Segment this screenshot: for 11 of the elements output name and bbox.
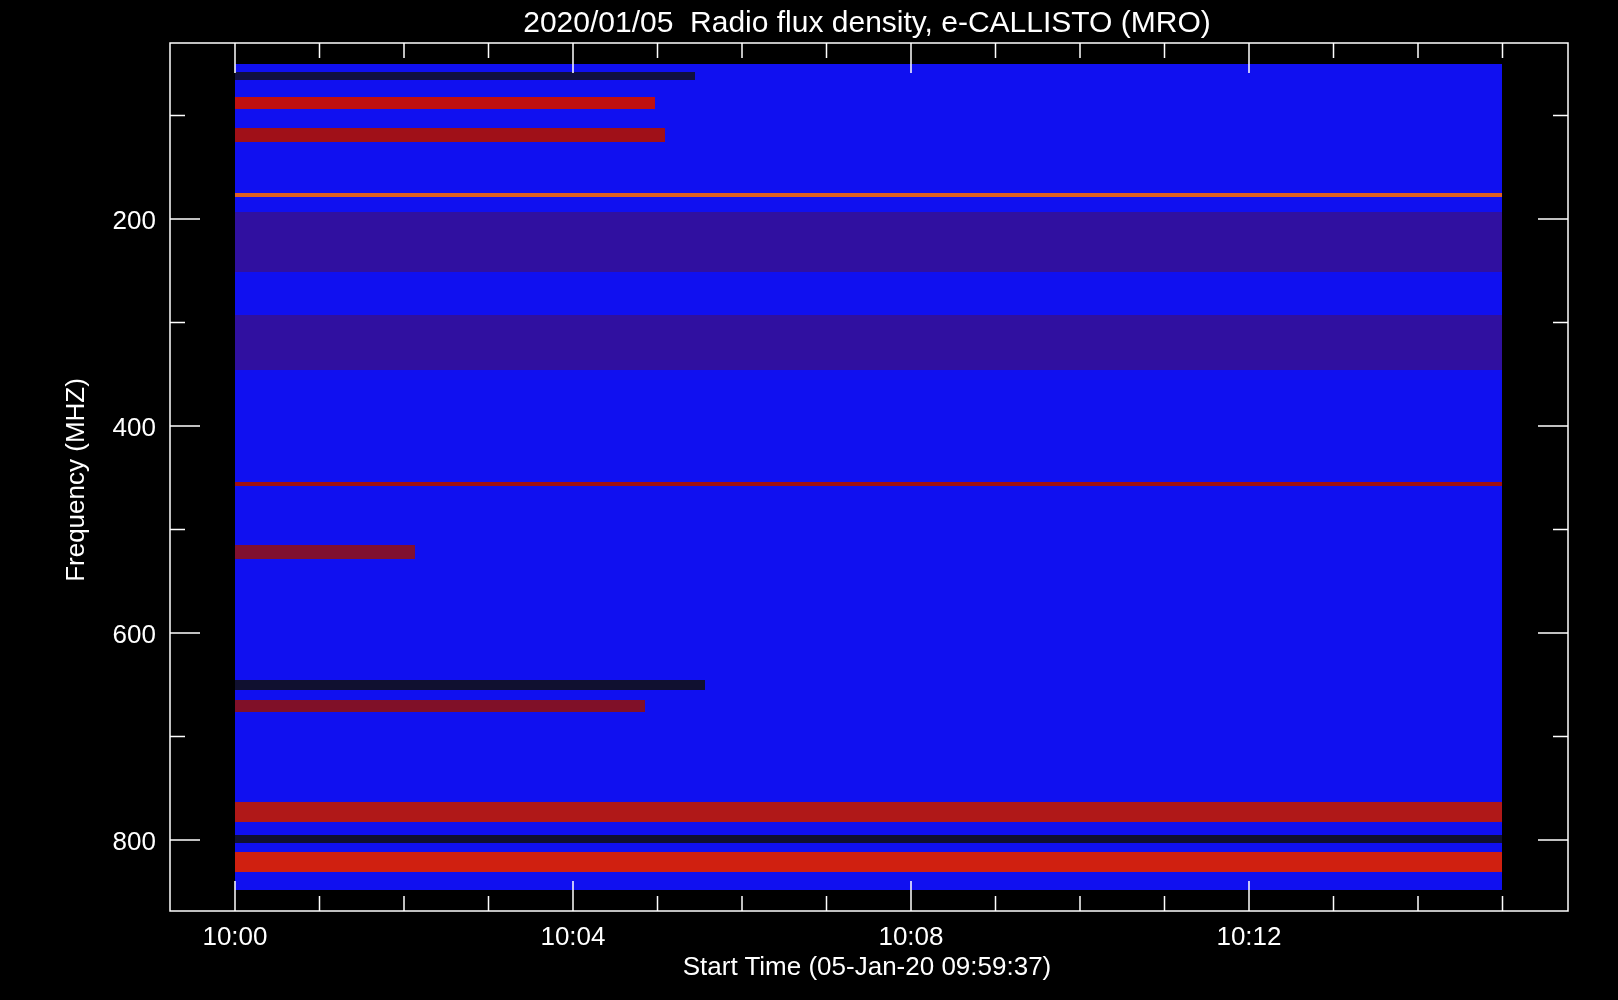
- x-tick-label: 10:08: [878, 921, 944, 951]
- y-tick-label: 400: [112, 412, 156, 442]
- x-tick-label: 10:04: [540, 921, 606, 951]
- x-tick-label: 10:00: [202, 921, 268, 951]
- chart-title: 2020/01/05 Radio flux density, e-CALLISTO (MRO): [523, 5, 1211, 38]
- y-tick-label: 200: [112, 205, 156, 235]
- y-tick-label: 800: [112, 826, 156, 856]
- y-axis-label: Frequency (MHZ): [60, 378, 90, 582]
- x-axis-label: Start Time (05-Jan-20 09:59:37): [682, 951, 1052, 981]
- y-tick-label: 600: [112, 619, 156, 649]
- x-tick-label: 10:12: [1216, 921, 1282, 951]
